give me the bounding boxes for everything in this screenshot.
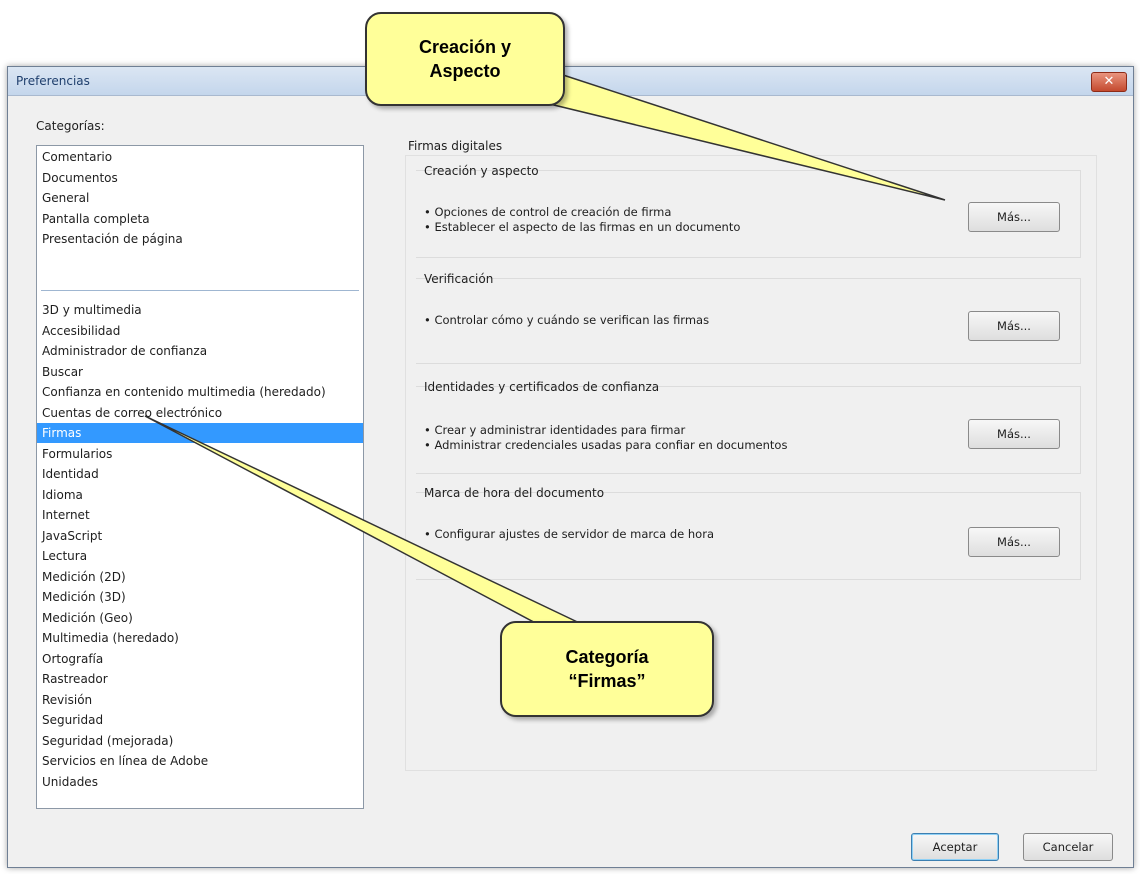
callout-text: Aspecto <box>429 61 501 81</box>
callout-text: Creación y <box>418 37 512 57</box>
top-callout-pointer <box>523 73 946 201</box>
callout-signatures-category: Categoría “Firmas” <box>500 621 714 717</box>
callout-text: Categoría <box>565 647 649 667</box>
callout-creation-appearance: Creación y Aspecto <box>365 12 565 106</box>
callout-pointers <box>144 73 946 629</box>
bottom-callout-pointer <box>144 415 591 629</box>
callout-text: “Firmas” <box>568 671 646 691</box>
